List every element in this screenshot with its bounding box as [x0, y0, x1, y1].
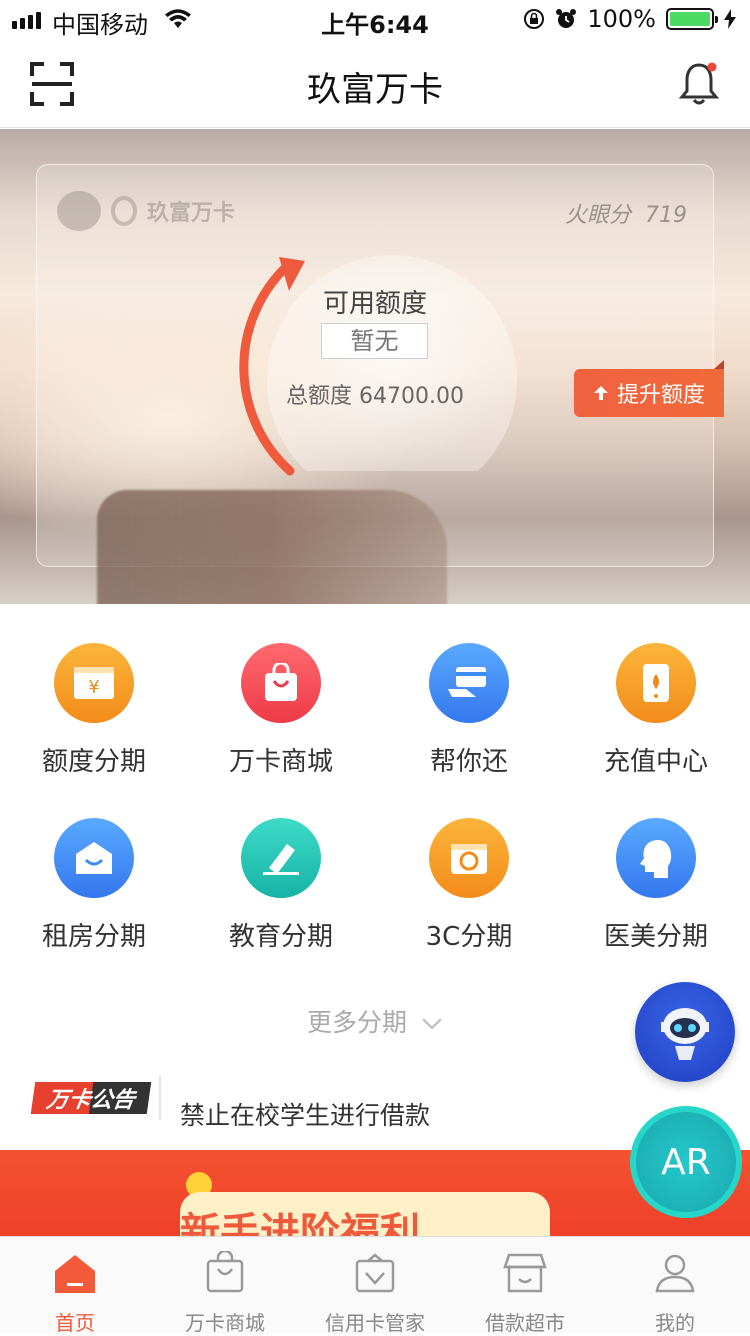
mascot-icon: [57, 191, 101, 231]
camera-icon: [429, 818, 509, 898]
tab-mall[interactable]: 万卡商城: [150, 1237, 300, 1335]
banner-text: 新手进阶福利: [180, 1210, 420, 1240]
card-brand: 玖富万卡: [147, 201, 236, 226]
menu-recharge[interactable]: 充值中心: [562, 643, 750, 778]
menu-label: 充值中心: [603, 747, 708, 777]
person-icon: [655, 1254, 695, 1293]
menu-label: 万卡商城: [228, 747, 333, 777]
ar-button[interactable]: AR: [630, 1106, 742, 1218]
tab-label: 万卡商城: [185, 1311, 265, 1335]
menu-label: 租房分期: [41, 922, 146, 952]
status-bar: 中国移动 上午6:44 100%: [0, 0, 750, 40]
tab-mine[interactable]: 我的: [600, 1237, 750, 1335]
arrow-up-icon: [593, 386, 608, 400]
brand-ring-icon: [111, 196, 137, 226]
charging-icon: [724, 9, 736, 29]
tab-bar: 首页 万卡商城 信用卡管家 借款超市 我的: [0, 1236, 750, 1335]
score-label: 火眼分: [564, 203, 631, 228]
nav-bar: 玖富万卡: [0, 40, 750, 128]
tab-loan-market[interactable]: 借款超市: [450, 1237, 600, 1335]
credit-gauge: [239, 255, 517, 476]
notice-divider: [159, 1075, 161, 1120]
alarm-icon: [556, 9, 577, 28]
robot-icon: [661, 1008, 709, 1060]
yen-card-icon: ¥: [54, 643, 134, 723]
available-label: 可用额度: [322, 289, 427, 319]
pen-icon: [241, 818, 321, 898]
menu-label: 教育分期: [228, 922, 333, 952]
tab-label: 信用卡管家: [325, 1311, 425, 1335]
menu-repay[interactable]: 帮你还: [375, 643, 563, 778]
hero-banner: 玖富万卡 火眼分 719 可用额度 暂无 总额度 64700.00 提升额度: [0, 129, 750, 604]
page-title: 玖富万卡: [307, 70, 443, 110]
more-label: 更多分期: [307, 1008, 408, 1037]
ar-label: AR: [661, 1141, 711, 1183]
total-value: 64700.00: [359, 384, 464, 409]
menu-label: 帮你还: [429, 747, 508, 777]
shopping-bag-icon: [241, 643, 321, 723]
credit-card: 玖富万卡 火眼分 719: [36, 164, 714, 604]
notice-tag: 万卡公告: [30, 1082, 152, 1114]
menu-label: 额度分期: [41, 747, 146, 777]
raise-limit-label: 提升额度: [616, 383, 705, 408]
phone-charge-icon: [616, 643, 696, 723]
menu-education-installment[interactable]: 教育分期: [187, 818, 375, 953]
card-logo: 玖富万卡: [57, 191, 235, 231]
assistant-robot-button[interactable]: [635, 982, 735, 1082]
tab-card-manager[interactable]: 信用卡管家: [300, 1237, 450, 1335]
battery-percent: 100%: [587, 5, 656, 33]
svg-text:¥: ¥: [88, 677, 99, 698]
menu-3c-installment[interactable]: 3C分期: [375, 818, 563, 953]
score: 火眼分 719: [565, 197, 687, 229]
total-label: 总额度: [286, 384, 353, 409]
tab-home[interactable]: 首页: [0, 1237, 150, 1335]
house-icon: [54, 818, 134, 898]
shopping-bag-icon: [206, 1249, 244, 1293]
tab-label: 借款超市: [485, 1311, 565, 1335]
hand-card-icon: [429, 643, 509, 723]
raise-limit-button[interactable]: 提升额度: [574, 360, 724, 417]
redaction-smudge: [97, 490, 447, 604]
status-right: 100%: [523, 5, 736, 33]
notice-text[interactable]: 禁止在校学生进行借款: [180, 1096, 430, 1132]
chevron-down-icon: [422, 1018, 442, 1030]
menu-label: 医美分期: [603, 922, 708, 952]
menu-beauty-installment[interactable]: 医美分期: [562, 818, 750, 953]
battery-icon: [666, 8, 718, 30]
rotation-lock-icon: [524, 9, 545, 29]
score-value: 719: [645, 203, 687, 228]
menu-rent-installment[interactable]: 租房分期: [0, 818, 188, 953]
home-icon: [55, 1255, 95, 1293]
store-icon: [503, 1253, 547, 1293]
notification-bell-icon[interactable]: [678, 60, 720, 106]
menu-label: 3C分期: [425, 922, 513, 952]
card-manager-icon: [355, 1253, 395, 1293]
tab-label: 首页: [55, 1311, 95, 1335]
face-profile-icon: [616, 818, 696, 898]
tab-label: 我的: [655, 1311, 695, 1335]
menu-quota-installment[interactable]: ¥ 额度分期: [0, 643, 188, 778]
available-value: 暂无: [321, 323, 428, 359]
menu-mall[interactable]: 万卡商城: [187, 643, 375, 778]
